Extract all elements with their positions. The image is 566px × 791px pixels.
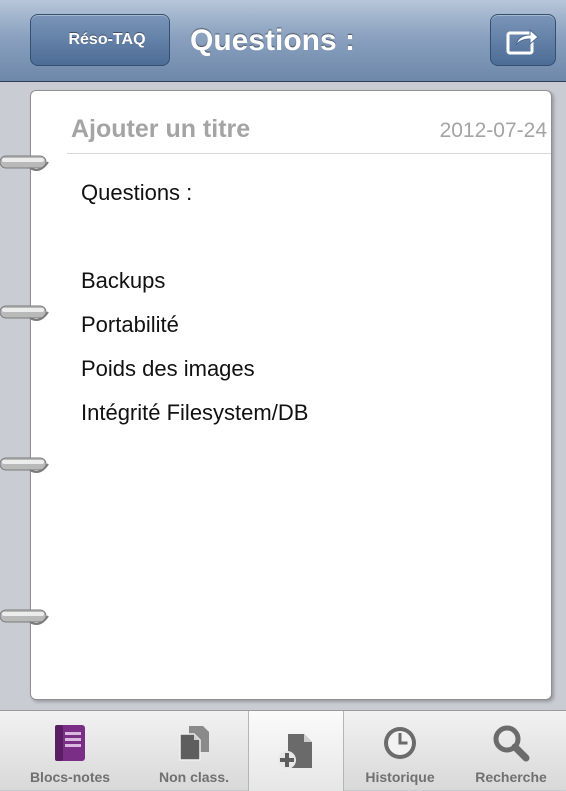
note-line: Poids des images — [81, 356, 255, 381]
note-title-field[interactable]: Ajouter un titre — [71, 115, 250, 144]
note-area: Ajouter un titre 2012-07-24 Questions : … — [0, 82, 566, 710]
note-body[interactable]: Questions : Backups Portabilité Poids de… — [81, 171, 531, 435]
share-icon — [506, 28, 539, 55]
tab-search[interactable]: Recherche — [456, 711, 566, 791]
binder-ring — [0, 609, 49, 625]
clock-icon — [384, 727, 416, 759]
back-button-label: Réso-TAQ — [68, 31, 146, 48]
new-page-icon — [278, 734, 312, 769]
tab-label: Non class. — [158, 769, 230, 785]
tab-notebooks[interactable]: Blocs-notes — [0, 711, 140, 791]
tab-unfiled[interactable]: Non class. — [140, 711, 248, 791]
note-page[interactable]: Ajouter un titre 2012-07-24 Questions : … — [30, 90, 552, 700]
tab-label: Recherche — [475, 769, 547, 785]
binder-ring — [0, 305, 49, 321]
tab-label: Historique — [365, 769, 435, 785]
note-line: Questions : — [81, 180, 193, 205]
note-date: 2012-07-24 — [439, 119, 547, 142]
binder-ring — [0, 457, 49, 473]
tab-history[interactable]: Historique — [344, 711, 456, 791]
notebook-icon — [55, 725, 85, 761]
binder-ring — [0, 155, 49, 171]
navigation-bar: Réso-TAQ Questions : — [0, 0, 566, 82]
tab-label: Blocs-notes — [29, 769, 111, 785]
note-line — [81, 215, 531, 259]
title-divider — [67, 153, 551, 154]
page-title: Questions : — [190, 24, 356, 57]
tab-bar: Blocs-notes Non class. Historique Recher… — [0, 710, 566, 791]
note-line: Intégrité Filesystem/DB — [81, 400, 309, 425]
unfiled-pages-icon — [179, 726, 209, 761]
search-icon — [493, 725, 530, 762]
share-button[interactable] — [490, 14, 556, 66]
note-line: Backups — [81, 268, 166, 293]
note-line: Portabilité — [81, 312, 179, 337]
back-button[interactable]: Réso-TAQ — [30, 14, 170, 66]
new-page-button[interactable] — [248, 711, 344, 791]
